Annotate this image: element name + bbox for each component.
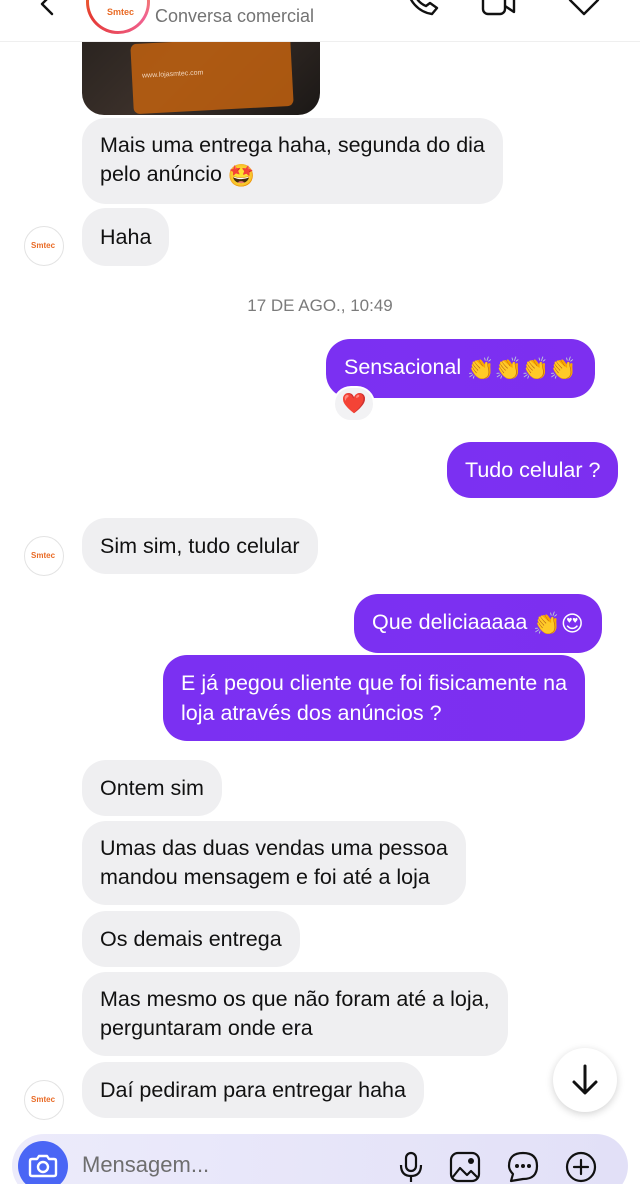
- message-composer: [12, 1134, 628, 1184]
- message-text: mandou mensagem e foi até a loja: [100, 865, 430, 889]
- message-incoming[interactable]: Mas mesmo os que não foram até a loja, p…: [82, 972, 508, 1056]
- clapping-hands-emoji: 👏👏👏👏: [467, 357, 577, 382]
- avatar-logo-text: Smtec: [107, 7, 135, 17]
- sender-avatar[interactable]: Smtec: [24, 226, 64, 266]
- message-outgoing[interactable]: Que deliciaaaaa 👏😍: [354, 594, 602, 653]
- image-message[interactable]: www.lojasmtec.com: [82, 40, 320, 115]
- sender-avatar[interactable]: Smtec: [24, 536, 64, 576]
- message-text: Mais uma entrega haha, segunda do dia: [100, 133, 485, 157]
- message-outgoing[interactable]: E já pegou cliente que foi fisicamente n…: [163, 655, 586, 741]
- chat-header: Smtec Conversa comercial: [0, 0, 640, 42]
- arrow-down-icon: [572, 1064, 598, 1095]
- sender-avatar[interactable]: Smtec: [24, 1080, 64, 1120]
- message-incoming[interactable]: Ontem sim: [82, 760, 222, 816]
- scroll-to-bottom-button[interactable]: [553, 1048, 617, 1112]
- message-text: Os demais entrega: [100, 927, 282, 951]
- message-text: Umas das duas vendas uma pessoa: [100, 836, 448, 860]
- phone-icon[interactable]: [404, 0, 440, 18]
- add-plus-icon[interactable]: [564, 1150, 598, 1184]
- clap-heart-eyes-emoji: 👏😍: [533, 612, 584, 637]
- heart-reaction[interactable]: ❤️: [333, 386, 375, 422]
- message-text: Daí pediram para entregar haha: [100, 1078, 406, 1102]
- message-text: Mas mesmo os que não foram até a loja,: [100, 987, 490, 1011]
- message-incoming[interactable]: Haha: [82, 208, 170, 266]
- message-incoming[interactable]: Daí pediram para entregar haha: [82, 1062, 424, 1118]
- message-text: Ontem sim: [100, 776, 204, 800]
- message-text: pelo anúncio: [100, 162, 222, 186]
- message-incoming[interactable]: Umas das duas vendas uma pessoa mandou m…: [82, 821, 466, 905]
- camera-icon: [28, 1154, 58, 1178]
- message-text: loja através dos anúncios ?: [181, 701, 442, 725]
- message-text: Tudo celular ?: [465, 458, 601, 482]
- contact-subtitle: Conversa comercial: [155, 6, 315, 26]
- gallery-icon[interactable]: [448, 1150, 482, 1184]
- video-call-icon[interactable]: [480, 0, 516, 18]
- message-text: E já pegou cliente que foi fisicamente n…: [181, 671, 568, 695]
- message-incoming[interactable]: Sim sim, tudo celular: [82, 518, 318, 574]
- message-text: perguntaram onde era: [100, 1016, 313, 1040]
- star-struck-emoji: 🤩: [227, 164, 256, 189]
- chat-timestamp: 17 DE AGO., 10:49: [247, 296, 393, 315]
- message-text: Sensacional: [344, 355, 462, 379]
- contact-avatar[interactable]: Smtec: [86, 0, 150, 34]
- message-text: Que deliciaaaaa: [372, 610, 528, 634]
- sticker-chat-icon[interactable]: [506, 1150, 540, 1184]
- message-input[interactable]: [82, 1150, 332, 1180]
- message-text: Sim sim, tudo celular: [100, 534, 300, 558]
- back-arrow-icon[interactable]: [36, 0, 60, 16]
- tag-icon[interactable]: [566, 0, 602, 18]
- message-outgoing[interactable]: Tudo celular ?: [447, 442, 619, 498]
- microphone-icon[interactable]: [394, 1150, 428, 1184]
- camera-button[interactable]: [18, 1141, 68, 1184]
- message-incoming[interactable]: Mais uma entrega haha, segunda do dia pe…: [82, 118, 503, 204]
- message-incoming[interactable]: Os demais entrega: [82, 911, 300, 967]
- message-text: Haha: [100, 225, 152, 249]
